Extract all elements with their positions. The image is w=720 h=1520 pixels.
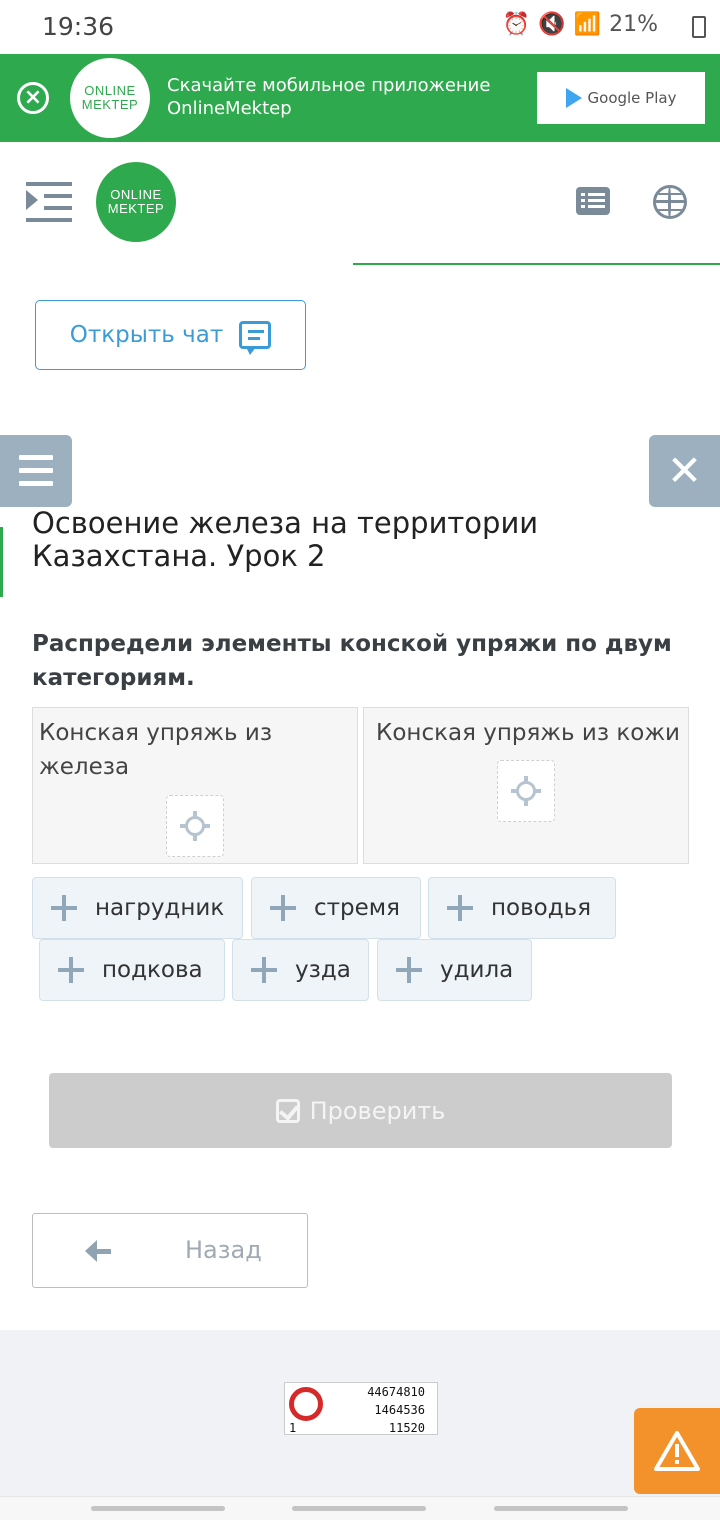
- draggable-chip[interactable]: узда: [232, 939, 369, 1001]
- counter-total: 44674810: [367, 1385, 425, 1399]
- header-logo[interactable]: ONLINE MEKTEP: [96, 162, 176, 242]
- status-time: 19:36: [42, 12, 115, 41]
- mute-icon: 🔇: [538, 12, 566, 37]
- google-play-icon: [565, 88, 582, 108]
- drop-target[interactable]: [166, 795, 224, 857]
- close-banner-icon[interactable]: ×: [17, 82, 49, 114]
- draggable-chip[interactable]: поводья: [428, 877, 616, 939]
- move-icon: [270, 895, 296, 921]
- banner-message: Скачайте мобильное приложение OnlineMekt…: [167, 75, 491, 119]
- sidebar-toggle-icon[interactable]: [26, 182, 72, 222]
- green-edge-marker: [0, 527, 3, 597]
- status-bar: 19:36 ⏰ 🔇 📶 21%: [0, 0, 720, 54]
- task-instruction: Распредели элементы конской упряжи по дв…: [32, 631, 672, 691]
- move-icon: [396, 957, 422, 983]
- list-icon[interactable]: [576, 187, 610, 215]
- bucket-title: Конская упряжь из железа: [39, 720, 273, 780]
- nav-recent[interactable]: [91, 1506, 225, 1511]
- counter-month: 1464536: [374, 1403, 425, 1417]
- wifi-icon: 📶: [573, 12, 602, 37]
- status-icons: ⏰ 🔇 📶 21%: [503, 12, 658, 37]
- move-icon: [251, 957, 277, 983]
- draggable-chip[interactable]: нагрудник: [32, 877, 243, 939]
- battery-icon: [692, 16, 706, 38]
- draggable-chip[interactable]: удила: [377, 939, 532, 1001]
- report-problem-button[interactable]: [634, 1408, 720, 1494]
- banner-logo: ONLINE MEKTEP: [70, 58, 150, 138]
- header-divider: [353, 263, 720, 265]
- warning-icon: [654, 1431, 700, 1471]
- system-nav-bar: [0, 1496, 720, 1520]
- close-lesson-button[interactable]: ✕: [649, 435, 720, 507]
- battery-percent: 21%: [609, 12, 658, 37]
- visit-counter: 44674810 1464536 1 11520: [284, 1382, 438, 1435]
- nav-back[interactable]: [494, 1506, 628, 1511]
- lesson-title: Освоение железа на территории Казахстана…: [32, 506, 539, 573]
- move-icon: [58, 957, 84, 983]
- checkbox-icon: [275, 1098, 300, 1123]
- counter-ring-icon: [289, 1387, 323, 1421]
- counter-today: 11520: [388, 1421, 425, 1435]
- drop-bucket-leather[interactable]: Конская упряжь из кожи: [363, 707, 689, 864]
- draggable-chip[interactable]: подкова: [39, 939, 225, 1001]
- counter-index: 1: [289, 1421, 297, 1435]
- open-chat-button[interactable]: Открыть чат: [35, 300, 306, 370]
- app-download-banner: × ONLINE MEKTEP Скачайте мобильное прило…: [0, 54, 720, 142]
- nav-home[interactable]: [292, 1506, 426, 1511]
- crosshair-icon: [511, 776, 541, 806]
- move-icon: [51, 895, 77, 921]
- drop-target[interactable]: [497, 760, 555, 822]
- crosshair-icon: [180, 811, 210, 841]
- bucket-title: Конская упряжь из кожи: [376, 720, 681, 746]
- alarm-icon: ⏰: [502, 12, 531, 37]
- move-icon: [447, 895, 473, 921]
- draggable-chip[interactable]: стремя: [251, 877, 421, 939]
- language-globe-icon[interactable]: [653, 185, 687, 219]
- lesson-menu-button[interactable]: [0, 435, 72, 507]
- drop-bucket-iron[interactable]: Конская упряжь из железа: [32, 707, 358, 864]
- arrow-left-icon: [85, 1238, 111, 1264]
- check-button[interactable]: Проверить: [49, 1073, 672, 1148]
- chat-icon: [239, 321, 272, 355]
- google-play-button[interactable]: Google Play: [537, 72, 705, 124]
- back-button[interactable]: Назад: [32, 1213, 308, 1288]
